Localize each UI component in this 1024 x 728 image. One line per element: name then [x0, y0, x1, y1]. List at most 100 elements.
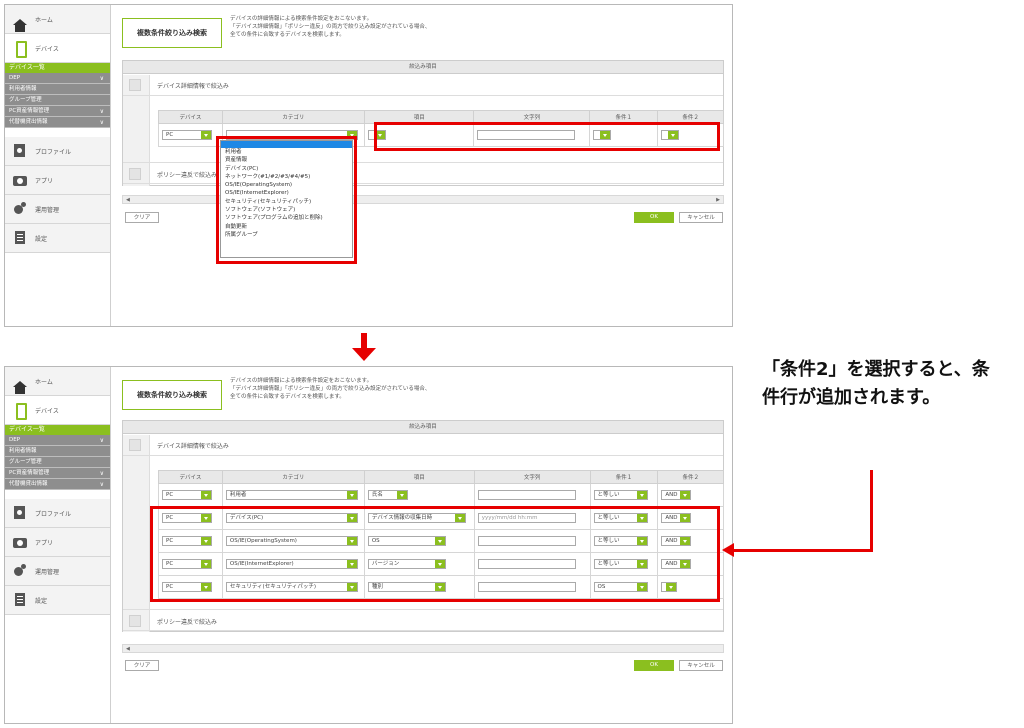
policy-check-row: ポリシー違反で絞込み — [123, 162, 723, 184]
down-arrow-icon — [352, 333, 376, 363]
chevron-down-icon: ∨ — [99, 437, 104, 444]
sub-group[interactable]: グループ管理 — [5, 457, 110, 468]
horizontal-scrollbar[interactable]: ◀ ▶ — [122, 195, 724, 204]
policy-checkbox[interactable] — [129, 615, 141, 627]
nav-app[interactable]: アプリ — [5, 166, 110, 195]
desc-line-2: 「デバイス詳細情報」「ポリシー違反」の両方で絞り込み設定がされている場合、 — [230, 386, 431, 392]
scroll-left-icon[interactable]: ◀ — [126, 645, 130, 653]
policy-check-row: ポリシー違反で絞込み — [123, 609, 723, 631]
nav-settings[interactable]: 設定 — [5, 586, 110, 615]
chevron-down-icon — [680, 491, 691, 499]
sub-group[interactable]: グループ管理 — [5, 95, 110, 106]
arrow-head — [352, 348, 376, 361]
ok-button[interactable]: OK — [634, 212, 674, 223]
sub-dep[interactable]: DEP ∨ — [5, 73, 110, 84]
pointer-arrow-icon — [722, 543, 734, 557]
sub-pc-asset[interactable]: PC資産情報管理 ∨ — [5, 468, 110, 479]
nav-device[interactable]: デバイス — [5, 34, 110, 63]
th-category: カテゴリ — [221, 470, 365, 484]
cancel-button[interactable]: キャンセル — [679, 660, 723, 671]
sidebar: ホーム デバイス デバイス一覧 DEP ∨ 利用者情報 グループ管理 PC資産情報… — [5, 5, 111, 326]
nav-home-label: ホーム — [35, 16, 53, 24]
sub-loaner-label: 代替機貸出情報 — [9, 119, 48, 125]
detail-check-label: デバイス詳細情報で絞込み — [157, 83, 229, 90]
scroll-right-icon[interactable]: ▶ — [716, 196, 720, 204]
gear-icon — [13, 564, 27, 578]
sub-loaner[interactable]: 代替機貸出情報 ∨ — [5, 117, 110, 128]
desc-line-1: デバイスの詳細情報による検索条件設定をおこないます。 — [230, 16, 373, 22]
sub-user-info-label: 利用者情報 — [9, 86, 37, 92]
nav-settings-label: 設定 — [35, 235, 48, 243]
sub-user-info[interactable]: 利用者情報 — [5, 446, 110, 457]
nav-device[interactable]: デバイス — [5, 396, 110, 425]
horizontal-scrollbar[interactable]: ◀ — [122, 644, 724, 653]
nav-app-label: アプリ — [35, 177, 54, 185]
nav-profile[interactable]: プロファイル — [5, 499, 110, 528]
nav-home[interactable]: ホーム — [5, 5, 110, 34]
cond2-select-value: AND — [665, 492, 678, 498]
nav-ops[interactable]: 運用管理 — [5, 195, 110, 224]
nav-device-label: デバイス — [35, 45, 59, 53]
sub-dep[interactable]: DEP ∨ — [5, 435, 110, 446]
panel-head: 絞込み項目 — [123, 61, 723, 74]
settings-doc-icon — [13, 593, 27, 607]
chevron-down-icon: ∨ — [99, 75, 104, 82]
desc-line-1: デバイスの詳細情報による検索条件設定をおこないます。 — [230, 378, 373, 384]
sub-user-info[interactable]: 利用者情報 — [5, 84, 110, 95]
nav-app[interactable]: アプリ — [5, 528, 110, 557]
left-strip — [123, 435, 150, 632]
th-category: カテゴリ — [221, 110, 365, 124]
chevron-down-icon — [346, 491, 357, 499]
nav-home[interactable]: ホーム — [5, 367, 110, 396]
sub-group-label: グループ管理 — [9, 97, 42, 103]
nav-home-label: ホーム — [35, 378, 53, 386]
sub-loaner[interactable]: 代替機貸出情報 ∨ — [5, 479, 110, 490]
nav-profile-label: プロファイル — [35, 510, 72, 518]
nav-gap — [5, 128, 110, 137]
category-select[interactable]: 利用者 — [225, 490, 358, 500]
category-select-value: 利用者 — [229, 492, 247, 498]
chevron-down-icon — [396, 491, 407, 499]
ok-button[interactable]: OK — [634, 660, 674, 671]
sub-pc-asset-label: PC資産情報管理 — [9, 108, 50, 114]
nav-settings[interactable]: 設定 — [5, 224, 110, 253]
cancel-button[interactable]: キャンセル — [679, 212, 723, 223]
cell-cond1: と等しい — [589, 483, 659, 507]
scroll-left-icon[interactable]: ◀ — [126, 196, 130, 204]
device-select[interactable]: PC — [162, 130, 212, 140]
chevron-down-icon — [201, 131, 211, 139]
detail-checkbox[interactable] — [129, 79, 141, 91]
item-select-value: 氏名 — [371, 492, 383, 498]
clear-button[interactable]: クリア — [125, 660, 159, 671]
page-description: デバイスの詳細情報による検索条件設定をおこないます。 「デバイス詳細情報」「ポリ… — [230, 15, 590, 39]
page-title: 複数条件絞り込み検索 — [122, 18, 222, 48]
cond2-select[interactable]: AND — [661, 490, 692, 500]
page-title: 複数条件絞り込み検索 — [122, 380, 222, 410]
nav-profile-label: プロファイル — [35, 148, 72, 156]
nav-ops[interactable]: 運用管理 — [5, 557, 110, 586]
device-select[interactable]: PC — [162, 490, 212, 500]
clear-button[interactable]: クリア — [125, 212, 159, 223]
chevron-down-icon — [201, 491, 211, 499]
text-input[interactable] — [477, 490, 576, 500]
chevron-down-icon: ∨ — [99, 119, 104, 126]
cond1-select[interactable]: と等しい — [593, 490, 648, 500]
gear-icon — [13, 202, 27, 216]
settings-doc-icon — [13, 231, 27, 245]
policy-checkbox[interactable] — [129, 168, 141, 180]
chevron-down-icon — [636, 491, 647, 499]
smartphone-icon — [13, 403, 27, 420]
sub-pc-asset[interactable]: PC資産情報管理 ∨ — [5, 106, 110, 117]
nav-ops-label: 運用管理 — [35, 568, 60, 576]
detail-checkbox[interactable] — [129, 439, 141, 451]
item-select[interactable]: 氏名 — [367, 490, 408, 500]
sub-device-list[interactable]: デバイス一覧 — [5, 63, 110, 73]
policy-check-label: ポリシー違反で絞込み — [157, 172, 218, 179]
nav-profile[interactable]: プロファイル — [5, 137, 110, 166]
policy-check-label: ポリシー違反で絞込み — [157, 619, 218, 626]
detail-check-row: デバイス詳細情報で絞込み — [123, 74, 723, 96]
desc-line-2: 「デバイス詳細情報」「ポリシー違反」の両方で絞り込み設定がされている場合、 — [230, 24, 431, 30]
cell-cond2: AND — [657, 483, 724, 507]
sub-device-list[interactable]: デバイス一覧 — [5, 425, 110, 435]
screenshot-before: ホーム デバイス デバイス一覧 DEP ∨ 利用者情報 グループ管理 PC資産情報… — [4, 4, 733, 327]
